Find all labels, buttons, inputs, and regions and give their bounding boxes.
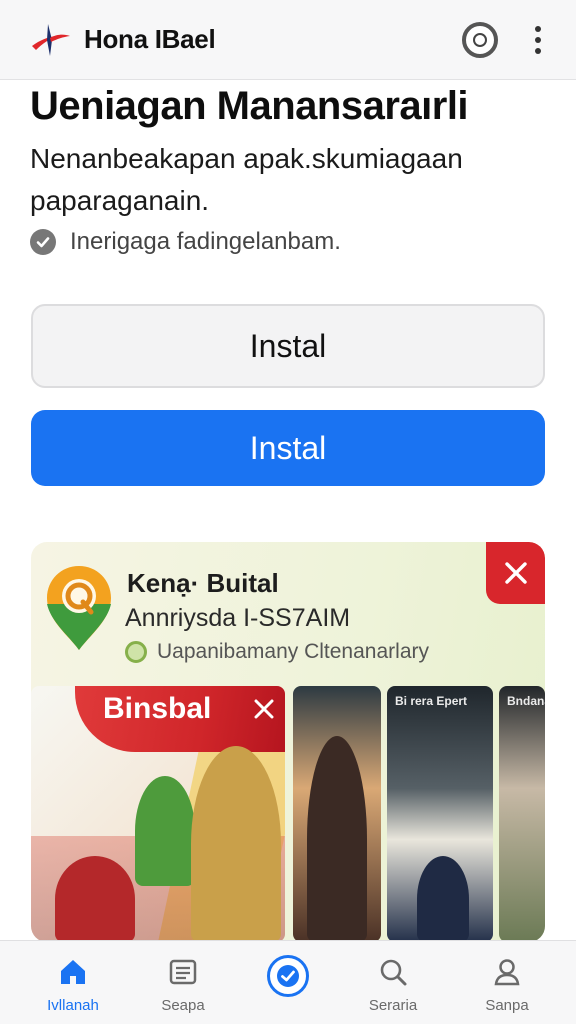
page-description: Nenanbeakapan apak.skumiagaan paparagana… (30, 143, 463, 216)
card-title: Kenạ· Buital (127, 568, 279, 598)
more-options-icon[interactable] (528, 24, 548, 56)
search-icon (376, 955, 410, 989)
app-promo-card[interactable]: Kenạ· Buital Annriysda I-SS7AIM Uapaniba… (31, 542, 545, 942)
nav-item-home[interactable]: Ivllanah (28, 955, 118, 1014)
install-secondary-button[interactable]: Instal (31, 304, 545, 388)
photo-person (191, 746, 281, 942)
photo-person (417, 856, 469, 942)
screenshot-thumb[interactable]: Bi rera Epert (387, 686, 493, 942)
card-subtitle: Annriysda I-SS7AIM (125, 604, 351, 632)
photo-person (135, 776, 195, 886)
nav-label-profile: Sanpa (485, 997, 529, 1014)
check-circle-icon[interactable] (267, 955, 309, 997)
screenshot-thumb[interactable]: Binsbal (31, 686, 285, 942)
verified-row: Inerigaga fadingelanbam. (30, 228, 341, 256)
home-icon (56, 955, 90, 989)
badge-icon (125, 641, 147, 663)
app-logo-icon (30, 20, 72, 60)
card-note-text: Uapanibamany Cltenanarlary (157, 640, 429, 663)
screenshot-thumb[interactable] (293, 686, 381, 942)
close-icon[interactable] (249, 694, 279, 724)
thumb-label: Bi rera Epert (395, 694, 468, 708)
nav-item-profile[interactable]: Sanpa (462, 955, 552, 1014)
screenshot-thumb[interactable]: Bndana (499, 686, 545, 942)
photo-person (307, 736, 367, 942)
nav-label-search: Seraria (368, 997, 418, 1014)
account-circle-icon[interactable] (462, 22, 498, 58)
nav-label-home: Ivllanah (47, 997, 99, 1014)
card-app-logo-icon (45, 564, 113, 652)
card-close-button[interactable] (486, 542, 545, 604)
close-icon (504, 562, 527, 584)
nav-label-list: Seapa (161, 997, 205, 1014)
person-icon (490, 955, 524, 989)
banner-text: Binsbal (103, 692, 212, 725)
list-icon (166, 955, 200, 989)
card-note: Uapanibamany Cltenanarlary (125, 640, 429, 664)
nav-item-search[interactable]: Seraria (348, 955, 438, 1014)
screenshot-carousel[interactable]: Binsbal Bi rera Epert Bndana (31, 686, 545, 942)
verified-text: Inerigaga fadingelanbam. (70, 228, 341, 255)
thumb-label: Bndana (507, 694, 545, 708)
nav-item-list[interactable]: Seapa (138, 955, 228, 1014)
bottom-navigation: Ivllanah Seapa Seraria Sanpa (0, 940, 576, 1024)
check-circle-icon (30, 229, 56, 255)
install-primary-button[interactable]: Instal (31, 410, 545, 486)
photo-person (55, 856, 135, 942)
top-app-bar: Hona IBael (0, 0, 576, 80)
page-title: Ueniagan Manansaraırli (30, 84, 469, 128)
app-title: Hona IBael (84, 24, 216, 54)
